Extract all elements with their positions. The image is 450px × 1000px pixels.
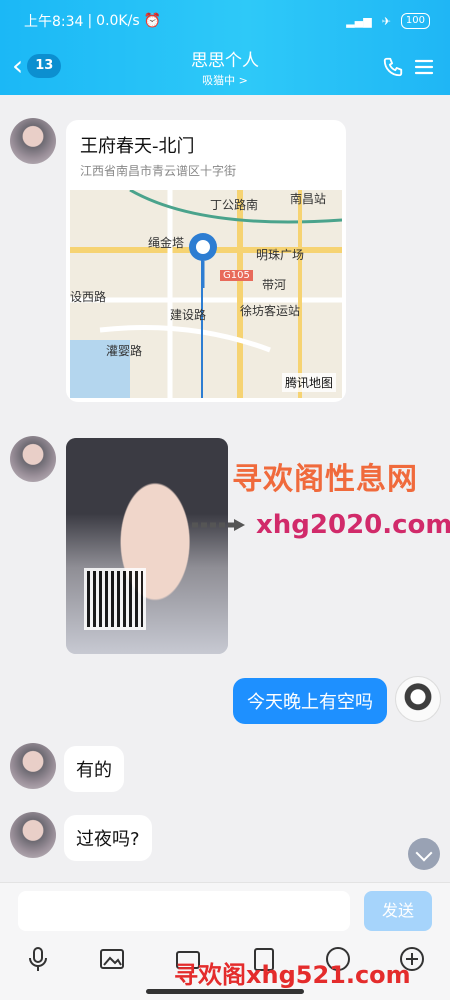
map-label: 徐坊客运站 xyxy=(240,304,301,318)
network-speed: 0.0K/s xyxy=(96,13,140,29)
qr-code-image xyxy=(84,568,146,630)
map-label: G105 xyxy=(220,270,253,281)
map-label: 绳金塔 xyxy=(148,236,185,250)
chat-header: 上午8:34 | 0.0K/s ⏰ ▂▄▆ ✈ 100 ‹ 13 思思个人 吸猫… xyxy=(0,0,450,95)
alarm-icon: ⏰ xyxy=(143,13,162,29)
menu-icon[interactable] xyxy=(414,57,434,77)
location-map[interactable]: 丁公路南 南昌站 绳金塔 明珠广场 G105 带河 设西路 建设路 徐坊客运站 … xyxy=(70,190,342,398)
arrow-icon xyxy=(192,519,245,531)
sent-message[interactable]: 今天晚上有空吗 xyxy=(233,678,387,724)
map-label: 明珠广场 xyxy=(256,248,305,262)
location-address: 江西省南昌市青云谱区十字街 xyxy=(80,164,237,178)
phone-icon[interactable] xyxy=(382,56,404,78)
status-time: 上午8:34 xyxy=(24,14,84,30)
map-pin-icon xyxy=(189,233,217,288)
message-input[interactable] xyxy=(18,891,350,931)
map-label: 建设路 xyxy=(170,308,207,322)
map-brand: 腾讯地图 xyxy=(281,373,336,392)
received-message[interactable]: 有的 xyxy=(64,746,124,792)
map-label: 南昌站 xyxy=(290,192,327,206)
map-label: 带河 xyxy=(262,278,287,292)
contact-avatar[interactable] xyxy=(10,743,56,789)
location-title: 王府春天-北门 xyxy=(80,136,195,157)
microphone-icon[interactable] xyxy=(24,945,52,973)
watermark-bottom: 寻欢阁xhg521.com xyxy=(174,961,411,989)
signal-icon: ▂▄▆ xyxy=(346,14,372,28)
battery-icon: 100 xyxy=(400,13,430,29)
watermark-url: xhg2020.com xyxy=(256,510,450,540)
map-label: 灌婴路 xyxy=(106,344,143,358)
watermark-text: 寻欢阁性息网 xyxy=(232,462,418,497)
received-message[interactable]: 过夜吗? xyxy=(64,815,152,861)
status-bar: 上午8:34 | 0.0K/s ⏰ ▂▄▆ ✈ 100 xyxy=(24,10,430,32)
scroll-to-bottom-button[interactable] xyxy=(408,838,440,870)
contact-avatar[interactable] xyxy=(10,812,56,858)
image-message[interactable] xyxy=(66,438,228,654)
map-label: 设西路 xyxy=(70,290,107,304)
my-avatar[interactable] xyxy=(395,676,441,722)
image-icon[interactable] xyxy=(98,945,126,973)
send-button[interactable]: 发送 xyxy=(364,891,432,931)
map-label: 丁公路南 xyxy=(210,198,259,212)
map-roads xyxy=(70,190,342,398)
wifi-icon: ✈ xyxy=(381,14,391,28)
contact-avatar[interactable] xyxy=(10,118,56,164)
contact-avatar[interactable] xyxy=(10,436,56,482)
location-card[interactable]: 王府春天-北门 江西省南昌市青云谱区十字街 丁公路南 南昌站 绳金塔 明珠广场 … xyxy=(66,120,346,402)
